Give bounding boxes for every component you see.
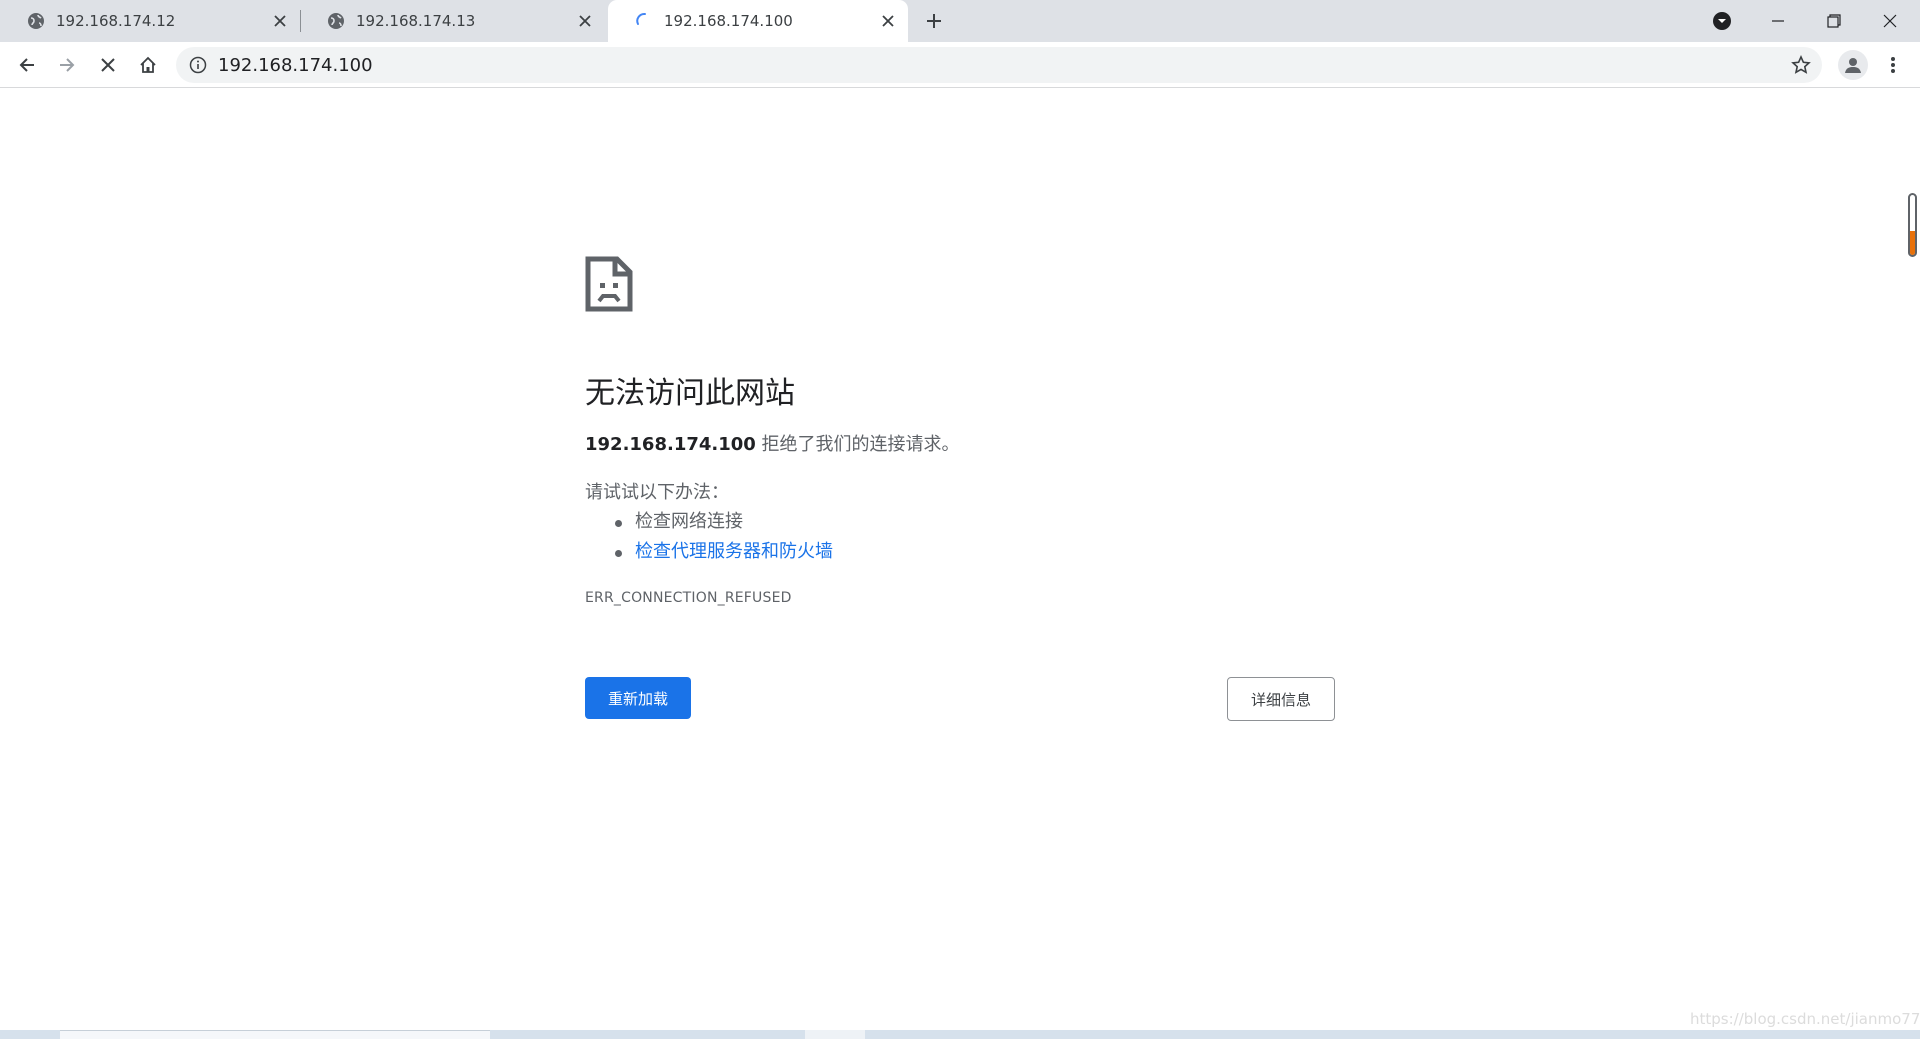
suggestions-list: 检查网络连接 检查代理服务器和防火墙 (615, 507, 833, 567)
list-item: 检查代理服务器和防火墙 (615, 537, 833, 567)
watermark-text: https://blog.csdn.net/jianmo777 (1690, 1010, 1920, 1028)
close-tab-icon[interactable] (575, 11, 595, 31)
stop-loading-button[interactable] (93, 50, 123, 80)
tab-title: 192.168.174.100 (664, 12, 793, 30)
tab-2[interactable]: 192.168.174.13 (300, 0, 605, 42)
profile-avatar-icon[interactable] (1838, 50, 1868, 80)
globe-icon (326, 11, 346, 31)
tab-1[interactable]: 192.168.174.12 (0, 0, 301, 42)
browser-toolbar: 192.168.174.100 (0, 42, 1920, 88)
tab-title: 192.168.174.12 (56, 12, 176, 30)
sad-page-icon (585, 256, 633, 312)
taskbar-edge (0, 1030, 1920, 1039)
address-bar[interactable]: 192.168.174.100 (176, 47, 1822, 83)
suggestion-proxy-firewall-link[interactable]: 检查代理服务器和防火墙 (635, 541, 833, 562)
loading-spinner-icon (634, 11, 654, 31)
close-window-button[interactable] (1862, 0, 1918, 42)
restore-button[interactable] (1806, 0, 1862, 42)
scroll-indicator[interactable] (1908, 193, 1917, 257)
globe-icon (26, 11, 46, 31)
error-code: ERR_CONNECTION_REFUSED (585, 590, 792, 606)
details-button[interactable]: 详细信息 (1227, 677, 1335, 721)
scroll-indicator-fill (1910, 231, 1915, 255)
home-button[interactable] (133, 50, 163, 80)
tab-search-button[interactable] (1694, 0, 1750, 42)
menu-kebab-icon[interactable] (1878, 50, 1908, 80)
list-item: 检查网络连接 (615, 507, 833, 537)
taskbar-item (60, 1030, 490, 1039)
close-tab-icon[interactable] (270, 11, 290, 31)
error-summary: 192.168.174.100 拒绝了我们的连接请求。 (585, 430, 960, 456)
close-tab-icon[interactable] (878, 11, 898, 31)
tab-strip: 192.168.174.12 192.168.174.13 192.168.17… (0, 0, 1920, 42)
forward-button[interactable] (52, 50, 82, 80)
suggestion-check-network: 检查网络连接 (635, 511, 743, 532)
bookmark-star-icon[interactable] (1790, 54, 1812, 76)
minimize-button[interactable] (1750, 0, 1806, 42)
summary-text: 拒绝了我们的连接请求。 (755, 434, 960, 455)
new-tab-button[interactable] (920, 9, 948, 33)
back-button[interactable] (12, 50, 42, 80)
reload-button[interactable]: 重新加载 (585, 677, 691, 719)
tab-title: 192.168.174.13 (356, 12, 476, 30)
site-info-icon[interactable] (188, 55, 208, 75)
taskbar-item (805, 1030, 865, 1039)
summary-host: 192.168.174.100 (585, 434, 756, 455)
page-title: 无法访问此网站 (585, 376, 795, 411)
url-text[interactable]: 192.168.174.100 (218, 55, 373, 76)
suggestions-label: 请试试以下办法： (585, 482, 729, 503)
tab-3-active[interactable]: 192.168.174.100 (608, 0, 908, 42)
